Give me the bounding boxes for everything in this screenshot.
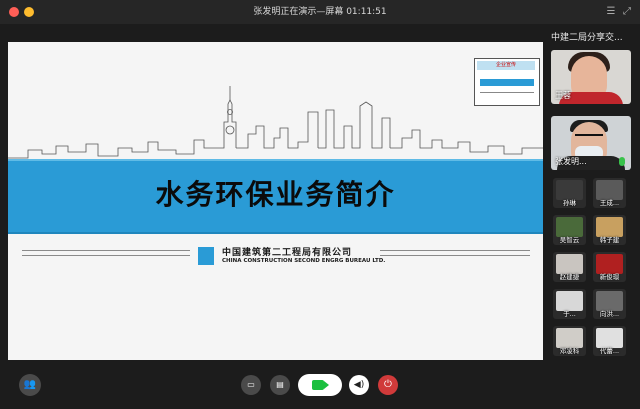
title-bar: 张发明正在演示—屏幕 01:11:51 ☰ ⤢ [0, 0, 640, 24]
participant-name: 向洪... [599, 310, 620, 318]
company-logo-icon [198, 247, 214, 265]
company-name-en: CHINA CONSTRUCTION SECOND ENGRG BUREAU L… [222, 258, 386, 264]
participant-name: 新俊璟 [599, 273, 620, 281]
participant-name: 韩子建 [599, 236, 620, 244]
participant-name: 邓凌科 [559, 347, 580, 355]
participant-video-featured-1[interactable]: 王蓉 [551, 50, 631, 104]
chat-button[interactable]: ▭ [241, 375, 261, 395]
mic-active-icon [619, 157, 625, 166]
speaker-button[interactable]: ◀) [349, 375, 369, 395]
participant-name: 赵建捷 [559, 273, 580, 281]
shared-screen: 企业宣传 水务环保业务简介 中国建筑第二工程局有限公司 CHINA CONSTR… [8, 42, 543, 360]
participants-button[interactable]: 👥 [19, 374, 41, 396]
files-button[interactable]: ▤ [270, 375, 290, 395]
participant-tile[interactable]: 王成... [593, 178, 626, 208]
divider-left [22, 250, 190, 251]
participant-tile[interactable]: 代蕾... [593, 326, 626, 356]
list-icon[interactable]: ☰ [605, 6, 617, 18]
participant-name: 孙琳 [563, 199, 576, 207]
video-toggle-button[interactable] [298, 374, 342, 396]
slide-title: 水务环保业务简介 [155, 178, 396, 211]
people-icon: 👥 [23, 379, 37, 390]
camera-icon [312, 380, 324, 390]
participant-name: 于... [563, 310, 576, 318]
participant-name: 张发明... [555, 157, 587, 166]
window-title: 张发明正在演示—屏幕 01:11:51 [253, 7, 387, 17]
participant-name: 代蕾... [599, 347, 620, 355]
participant-tile[interactable]: 邓凌科 [553, 326, 586, 356]
participant-tile[interactable]: 于... [553, 289, 586, 319]
leave-meeting-button[interactable]: ⏻ [378, 375, 398, 395]
participant-tile[interactable]: 赵建捷 [553, 252, 586, 282]
participant-tile[interactable]: 向洪... [593, 289, 626, 319]
divider-right [380, 250, 530, 251]
participant-name: 吴智云 [559, 236, 580, 244]
participant-video-featured-2[interactable]: 张发明... [551, 116, 631, 170]
company-name-cn: 中国建筑第二工程局有限公司 [222, 248, 353, 258]
camera-lens-icon [324, 381, 329, 389]
power-icon: ⏻ [384, 379, 392, 390]
meeting-title: 中建二局分享交... [551, 33, 623, 43]
glasses [575, 134, 603, 141]
speaker-icon: ◀) [353, 380, 365, 390]
participant-name: 王蓉 [555, 91, 571, 100]
chat-icon: ▭ [247, 380, 255, 389]
slide-thumbnail[interactable]: 企业宣传 [474, 58, 540, 106]
thumbnail-rule [480, 92, 534, 93]
participant-tile[interactable]: 韩子建 [593, 215, 626, 245]
thumbnail-heading: 企业宣传 [477, 61, 535, 70]
participant-tile[interactable]: 吴智云 [553, 215, 586, 245]
thumbnail-banner [480, 79, 534, 86]
participant-name: 王成... [599, 199, 620, 207]
participant-tile[interactable]: 孙琳 [553, 178, 586, 208]
folder-icon: ▤ [276, 380, 284, 389]
divider-right-2 [380, 255, 530, 256]
fullscreen-icon[interactable]: ⤢ [621, 6, 633, 18]
divider-left-2 [22, 255, 190, 256]
participant-tile[interactable]: 新俊璟 [593, 252, 626, 282]
